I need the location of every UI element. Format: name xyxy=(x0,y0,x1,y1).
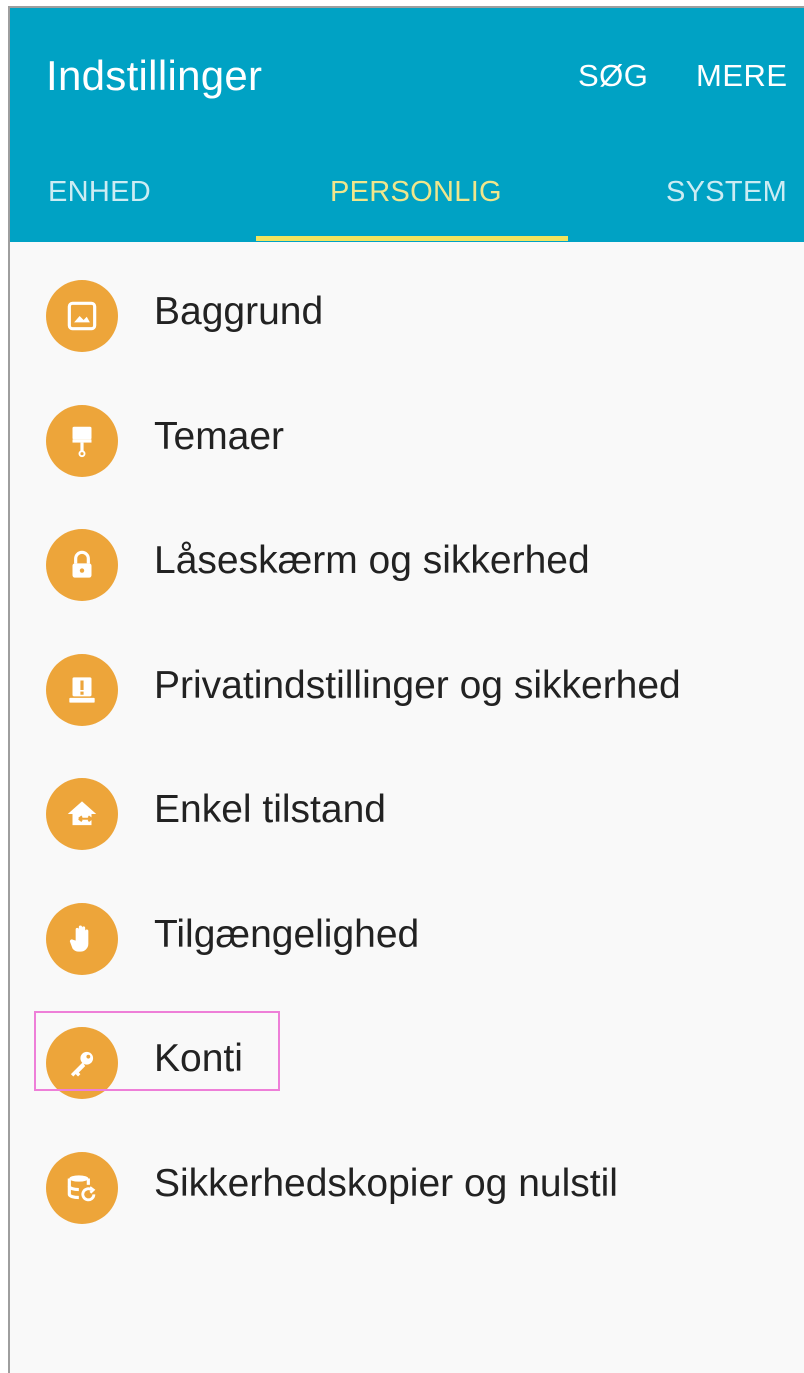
home-arrows-icon xyxy=(46,778,118,850)
list-item-label: Sikkerhedskopier og nulstil xyxy=(154,1162,618,1205)
list-item-baggrund[interactable]: Baggrund xyxy=(10,248,804,372)
tab-personlig[interactable]: PERSONLIG xyxy=(330,176,502,209)
lock-icon xyxy=(46,529,118,601)
list-item-label: Konti xyxy=(154,1037,243,1080)
more-button[interactable]: MERE xyxy=(696,58,788,94)
tab-enhed[interactable]: ENHED xyxy=(48,176,151,209)
list-item-temaer[interactable]: Temaer xyxy=(10,373,804,497)
list-item-label: Temaer xyxy=(154,415,285,458)
backup-restore-icon xyxy=(46,1152,118,1224)
list-item-label: Enkel tilstand xyxy=(154,788,386,831)
wallpaper-icon xyxy=(46,280,118,352)
tab-system[interactable]: SYSTEM xyxy=(666,176,787,209)
list-item-label: Tilgængelighed xyxy=(154,913,420,956)
list-item-privatindstillinger[interactable]: Privatindstillinger og sikkerhed xyxy=(10,622,804,746)
list-item-enkel-tilstand[interactable]: Enkel tilstand xyxy=(10,746,804,870)
list-item-label: Privatindstillinger og sikkerhed xyxy=(154,664,681,707)
list-item-sikkerhedskopier[interactable]: Sikkerhedskopier og nulstil xyxy=(10,1120,804,1244)
list-item-label: Baggrund xyxy=(154,290,324,333)
key-icon xyxy=(46,1027,118,1099)
active-tab-indicator xyxy=(256,236,568,241)
list-item-laaseskaerm[interactable]: Låseskærm og sikkerhed xyxy=(10,497,804,621)
list-item-label: Låseskærm og sikkerhed xyxy=(154,539,590,582)
paint-roller-icon xyxy=(46,405,118,477)
settings-screen: Indstillinger SØG MERE ENHED PERSONLIG S… xyxy=(8,6,804,1373)
search-button[interactable]: SØG xyxy=(578,58,648,94)
list-item-konti[interactable]: Konti xyxy=(10,995,804,1119)
page-title: Indstillinger xyxy=(46,52,263,99)
hand-icon xyxy=(46,903,118,975)
app-bar: Indstillinger SØG MERE ENHED PERSONLIG S… xyxy=(10,8,804,242)
list-item-tilgaengelighed[interactable]: Tilgængelighed xyxy=(10,871,804,995)
privacy-alert-icon xyxy=(46,654,118,726)
